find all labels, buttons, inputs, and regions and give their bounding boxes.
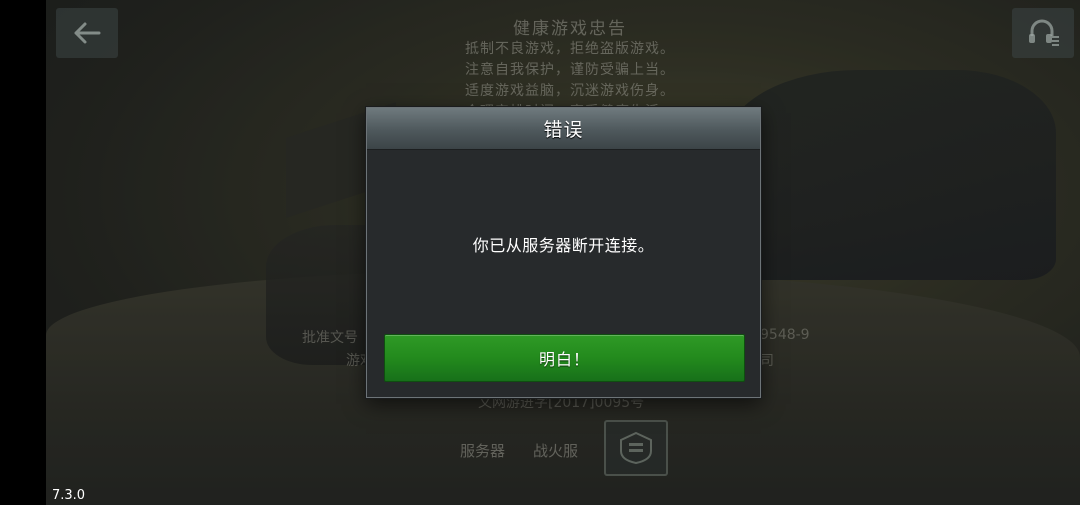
dialog-message: 你已从服务器断开连接。 [472,236,655,255]
approval-text-left: 批准文号 [302,330,358,346]
settings-button[interactable] [1012,8,1074,58]
headset-menu-icon [1029,19,1059,46]
dialog-header: 错误 [367,108,760,150]
health-notice-line: 注意自我保护，谨防受骗上当。 [465,62,675,78]
health-notice-line: 抵制不良游戏，拒绝盗版游戏。 [465,41,675,57]
server-label: 服务器 [460,442,506,460]
approval-text-right: 9548-9 [760,327,810,343]
error-dialog: 错误 你已从服务器断开连接。 明白！ [366,107,761,398]
health-notice-line: 适度游戏益脑，沉迷游戏伤身。 [465,83,675,99]
approval-text-right-2: 司 [760,353,774,369]
dialog-title: 错误 [543,119,584,141]
confirm-button[interactable]: 明白！ [384,334,745,382]
server-select[interactable]: 战火服 [533,440,578,461]
server-emblem-icon [620,431,652,465]
arrow-left-icon [74,22,101,44]
back-button[interactable] [56,8,118,58]
health-notice-title: 健康游戏忠告 [513,19,627,39]
confirm-button-label: 明白！ [538,350,590,369]
version-label: 7.3.0 [52,488,86,503]
server-emblem-button[interactable] [604,420,668,476]
letterbox [0,0,46,505]
